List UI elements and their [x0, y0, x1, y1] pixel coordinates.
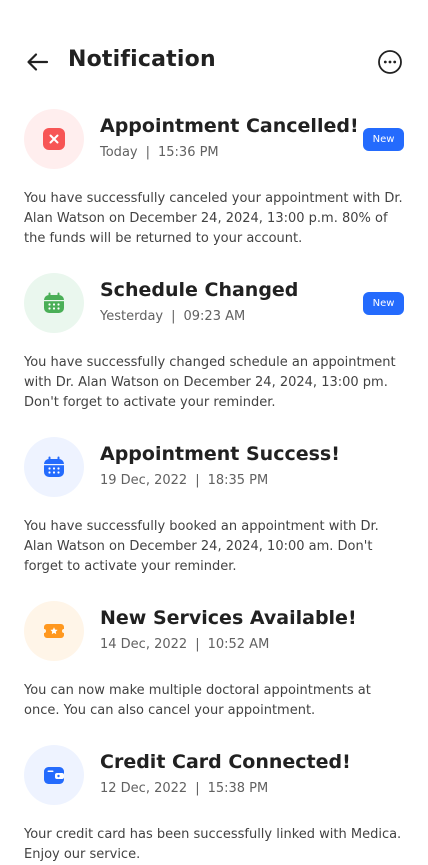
new-badge: New [363, 128, 404, 151]
notification-date: Today [100, 145, 138, 160]
app-header: Notification [0, 38, 428, 86]
notification-timestamp: 12 Dec, 2022 | 15:38 PM [100, 781, 268, 796]
calendar-icon [44, 292, 64, 313]
wallet-icon [44, 767, 64, 784]
separator: | [195, 781, 200, 796]
page-title: Notification [68, 47, 216, 72]
notification-time: 10:52 AM [207, 637, 270, 652]
notification-time: 18:35 PM [207, 473, 269, 488]
notification-icon-circle [24, 745, 84, 805]
notification-title: Credit Card Connected! [100, 751, 351, 773]
notification-icon-circle [24, 109, 84, 169]
notification-date: 19 Dec, 2022 [100, 473, 188, 488]
notification-body: You have successfully canceled your appo… [24, 191, 403, 246]
notification-date: 14 Dec, 2022 [100, 637, 188, 652]
more-circle-icon[interactable] [377, 49, 403, 75]
notification-title: Schedule Changed [100, 279, 299, 301]
new-badge: New [363, 292, 404, 315]
notification-body: You have successfully booked an appointm… [24, 519, 379, 574]
arrow-left-icon[interactable] [24, 48, 52, 76]
notification-icon-circle [24, 437, 84, 497]
ticket-star-icon [44, 624, 64, 638]
calendar-icon [44, 456, 64, 477]
separator: | [171, 309, 176, 324]
notification-icon-circle [24, 601, 84, 661]
notification-body: You have successfully changed schedule a… [24, 355, 396, 410]
notification-time: 15:36 PM [158, 145, 219, 160]
notification-time: 15:38 PM [207, 781, 269, 796]
notification-body: Your credit card has been successfully l… [24, 827, 402, 862]
notification-icon-circle [24, 273, 84, 333]
separator: | [195, 473, 200, 488]
notification-date: Yesterday [100, 309, 164, 324]
notification-timestamp: 14 Dec, 2022 | 10:52 AM [100, 637, 269, 652]
notification-title: Appointment Cancelled! [100, 115, 359, 137]
notification-timestamp: Today | 15:36 PM [100, 145, 219, 160]
notification-date: 12 Dec, 2022 [100, 781, 188, 796]
notification-timestamp: 19 Dec, 2022 | 18:35 PM [100, 473, 268, 488]
notification-title: New Services Available! [100, 607, 357, 629]
notification-time: 09:23 AM [183, 309, 246, 324]
separator: | [145, 145, 150, 160]
separator: | [195, 637, 200, 652]
notification-body: You can now make multiple doctoral appoi… [24, 683, 371, 718]
cancel-icon [43, 128, 65, 150]
notification-timestamp: Yesterday | 09:23 AM [100, 309, 245, 324]
notification-title: Appointment Success! [100, 443, 340, 465]
